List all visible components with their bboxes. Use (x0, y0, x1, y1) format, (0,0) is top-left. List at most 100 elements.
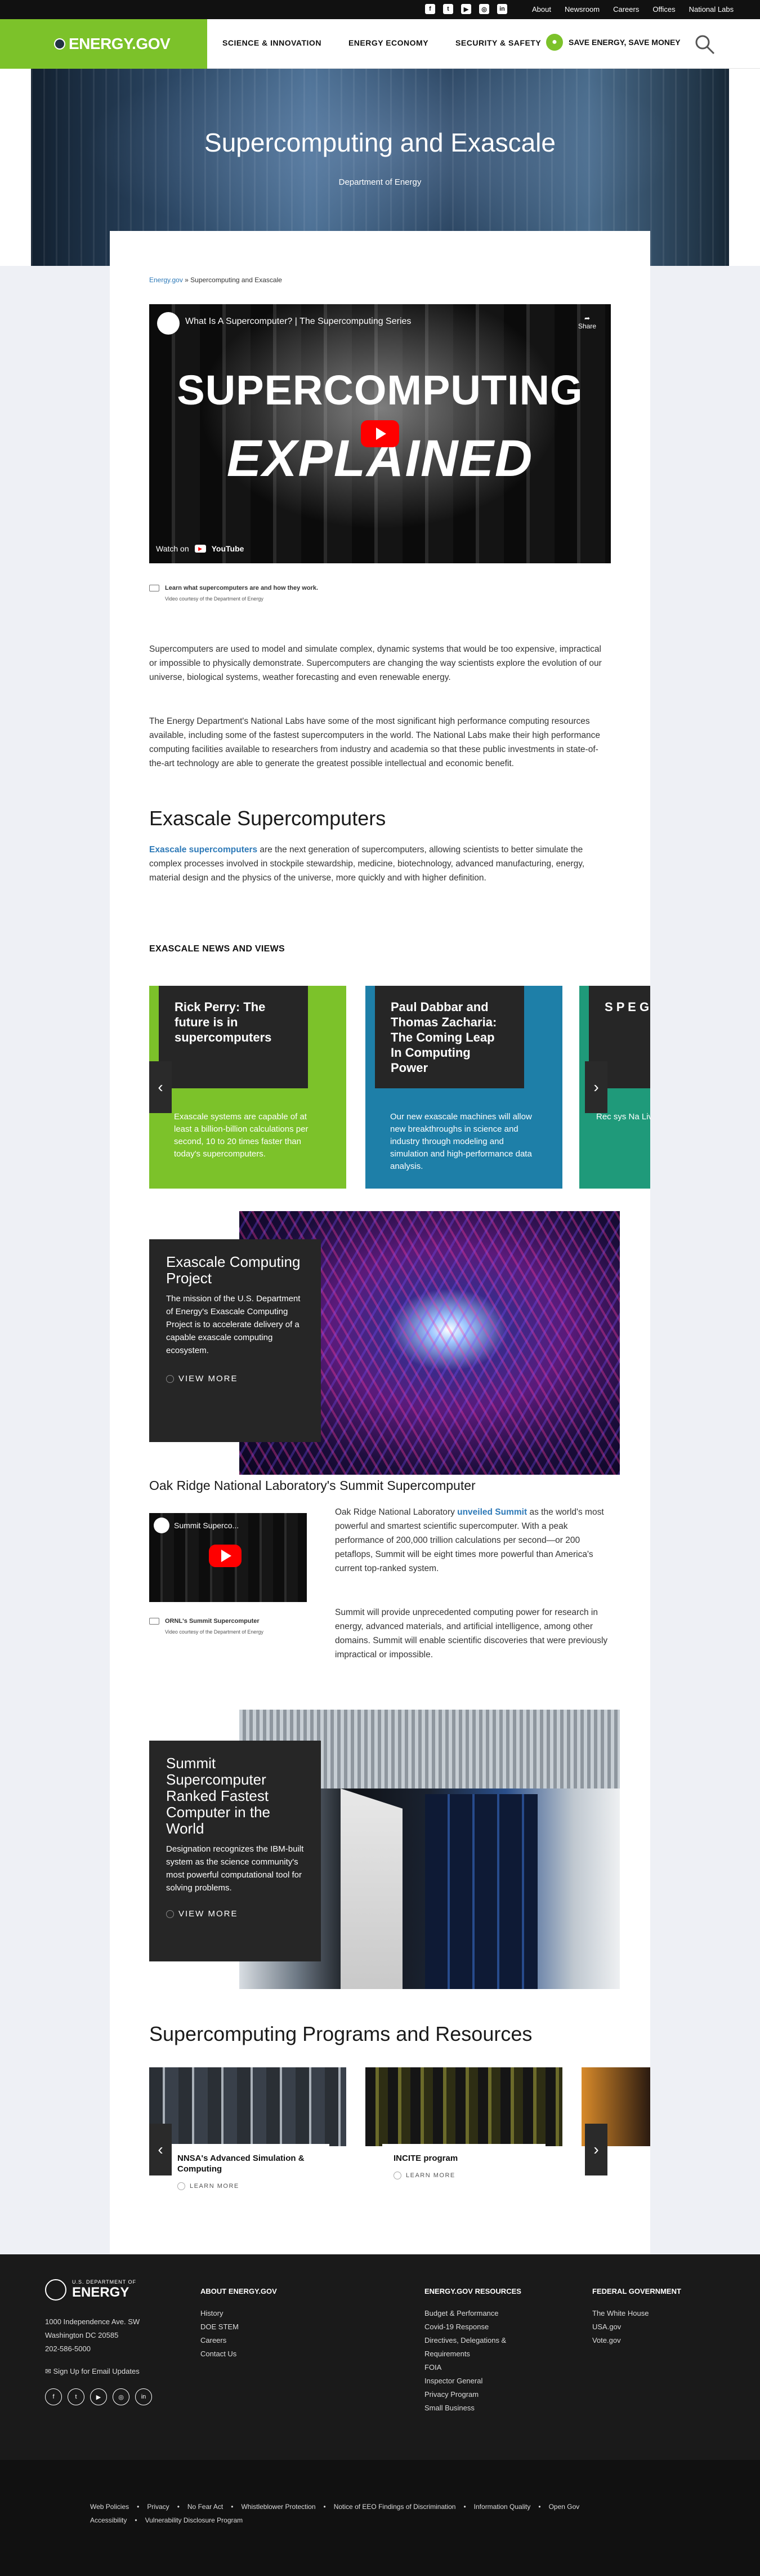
summit-paragraph-1: Oak Ridge National Laboratory unveiled S… (335, 1507, 604, 1573)
summit-heading: Oak Ridge National Laboratory's Summit S… (149, 1478, 476, 1493)
legal-link[interactable]: Whistleblower Protection (241, 2503, 315, 2511)
carousel-next-button[interactable]: › (585, 2124, 607, 2175)
feature-description: The mission of the U.S. Department of En… (166, 1294, 301, 1355)
summit-video-title[interactable]: Summit Superco... (174, 1521, 239, 1530)
nav-energy-economy[interactable]: ENERGY ECONOMY (348, 38, 428, 47)
video-caption: Learn what supercomputers are and how th… (149, 585, 487, 602)
link-national-labs[interactable]: National Labs (689, 5, 734, 14)
footer-link[interactable]: FOIA (424, 2361, 537, 2374)
link-careers[interactable]: Careers (613, 5, 639, 14)
resource-title: NNSA's Advanced Simulation & Computing (177, 2154, 305, 2174)
twitter-icon[interactable]: t (443, 4, 453, 14)
nav-security-safety[interactable]: SECURITY & SAFETY (455, 38, 541, 47)
legal-link[interactable]: Privacy (147, 2503, 169, 2511)
save-energy-button[interactable]: ● SAVE ENERGY, SAVE MONEY (546, 34, 681, 51)
utility-bar: f t ▶ ◎ in About Newsroom Careers Office… (0, 0, 760, 19)
youtube-icon[interactable]: ▶ (90, 2388, 107, 2405)
linkedin-icon[interactable]: in (497, 4, 507, 14)
intro-paragraph-2: The Energy Department's National Labs ha… (149, 717, 600, 768)
nav-science-innovation[interactable]: SCIENCE & INNOVATION (222, 38, 321, 47)
share-button[interactable]: ➦ Share (578, 314, 596, 330)
legal-link[interactable]: Accessibility (90, 2516, 127, 2524)
channel-avatar[interactable] (157, 312, 180, 335)
main-content: Energy.gov » Supercomputing and Exascale… (110, 231, 650, 2254)
instagram-icon[interactable]: ◎ (479, 4, 489, 14)
email-signup-link[interactable]: ✉ Sign Up for Email Updates (45, 2365, 140, 2378)
footer-link[interactable]: Contact Us (200, 2347, 277, 2361)
exascale-heading: Exascale Supercomputers (149, 807, 386, 830)
footer-link[interactable]: Vote.gov (592, 2334, 681, 2347)
footer-link[interactable]: Careers (200, 2334, 277, 2347)
exascale-link[interactable]: Exascale supercomputers (149, 845, 257, 855)
exascale-feature-card[interactable]: Exascale Computing Project The mission o… (149, 1239, 321, 1442)
legal-link[interactable]: Notice of EEO Findings of Discrimination (334, 2503, 456, 2511)
legal-links-row-1: Web Policies • Privacy • No Fear Act • Whis… (90, 2503, 580, 2511)
link-offices[interactable]: Offices (652, 5, 675, 14)
footer-logo[interactable]: U.S. DEPARTMENT OF ENERGY (45, 2279, 136, 2301)
footer-link[interactable]: DOE STEM (200, 2320, 277, 2334)
summit-video-caption: ORNL's Summit Supercomputer Video courte… (149, 1618, 307, 1635)
main-nav: SCIENCE & INNOVATION ENERGY ECONOMY SECU… (222, 38, 541, 47)
play-button[interactable] (361, 420, 399, 447)
exascale-paragraph: Exascale supercomputers are the next gen… (149, 845, 585, 883)
channel-avatar[interactable] (154, 1518, 169, 1533)
link-newsroom[interactable]: Newsroom (565, 5, 600, 14)
summit-feature-card[interactable]: Summit Supercomputer Ranked Fastest Comp… (149, 1741, 321, 1961)
instagram-icon[interactable]: ◎ (113, 2388, 129, 2405)
carousel-prev-button[interactable]: ‹ (149, 1061, 172, 1113)
site-header: ENERGY.GOV SCIENCE & INNOVATION ENERGY E… (0, 19, 760, 69)
doe-seal-icon (45, 2279, 66, 2301)
legal-link[interactable]: Web Policies (90, 2503, 129, 2511)
carousel-next-button[interactable]: › (585, 1061, 607, 1113)
linkedin-icon[interactable]: in (135, 2388, 152, 2405)
footer-address: 1000 Independence Ave. SW Washington DC … (45, 2317, 140, 2353)
search-icon[interactable] (694, 33, 716, 56)
legal-link[interactable]: Information Quality (474, 2503, 531, 2511)
footer-link[interactable]: Inspector General (424, 2374, 537, 2388)
footer-link[interactable]: Privacy Program (424, 2388, 537, 2401)
footer-link[interactable]: Directives, Delegations & Requirements (424, 2334, 537, 2361)
facebook-icon[interactable]: f (425, 4, 435, 14)
hero-subtitle: Department of Energy (338, 177, 422, 187)
logo-text: ENERGY.GOV (69, 35, 171, 52)
resource-card[interactable]: INCITE program LEARN MORE (382, 2144, 546, 2206)
video-player[interactable]: What Is A Supercomputer? | The Supercomp… (149, 304, 611, 563)
youtube-icon[interactable]: ▶ (461, 4, 471, 14)
news-card-title: Rick Perry: The future is in supercomput… (149, 986, 318, 1088)
facebook-icon[interactable]: f (45, 2388, 62, 2405)
watch-on-youtube[interactable]: Watch on ▶ YouTube (156, 544, 244, 553)
footer-about-column: ABOUT ENERGY.GOV History DOE STEM Career… (200, 2287, 277, 2361)
feature-title: Exascale Computing Project (166, 1253, 301, 1287)
link-about[interactable]: About (532, 5, 551, 14)
summit-video-player[interactable]: Summit Superco... (149, 1513, 307, 1602)
site-logo[interactable]: ENERGY.GOV (0, 19, 207, 69)
breadcrumb-home[interactable]: Energy.gov (149, 276, 183, 284)
breadcrumb-current: Supercomputing and Exascale (190, 276, 282, 284)
legal-link[interactable]: Vulnerability Disclosure Program (145, 2516, 243, 2524)
legal-links-row-2: Accessibility • Vulnerability Disclosure … (90, 2516, 243, 2524)
resource-card[interactable]: NNSA's Advanced Simulation & Computing L… (166, 2144, 329, 2206)
footer-link[interactable]: Covid-19 Response (424, 2320, 537, 2334)
lightbulb-icon: ● (546, 34, 563, 51)
twitter-icon[interactable]: t (68, 2388, 84, 2405)
footer-link[interactable]: Small Business (424, 2401, 537, 2415)
view-more-button[interactable]: VIEW MORE (178, 1374, 304, 1383)
footer-link[interactable]: The White House (592, 2307, 681, 2320)
youtube-icon: ▶ (194, 545, 206, 553)
legal-link[interactable]: Open Gov (549, 2503, 580, 2511)
learn-more-button[interactable]: LEARN MORE (394, 2172, 534, 2179)
resources-heading: Supercomputing Programs and Resources (149, 2022, 533, 2045)
carousel-prev-button[interactable]: ‹ (149, 2124, 172, 2175)
footer-link[interactable]: Budget & Performance (424, 2307, 537, 2320)
legal-link[interactable]: No Fear Act (187, 2503, 223, 2511)
view-more-button[interactable]: VIEW MORE (178, 1909, 304, 1919)
footer-link[interactable]: History (200, 2307, 277, 2320)
video-camera-icon (149, 585, 159, 592)
intro-paragraph-1: Supercomputers are used to model and sim… (149, 644, 602, 682)
learn-more-button[interactable]: LEARN MORE (177, 2182, 318, 2190)
play-button[interactable] (209, 1545, 242, 1567)
footer-link[interactable]: USA.gov (592, 2320, 681, 2334)
video-title[interactable]: What Is A Supercomputer? | The Supercomp… (185, 317, 411, 327)
unveiled-summit-link[interactable]: unveiled Summit (457, 1507, 527, 1517)
page-title: Supercomputing and Exascale (204, 128, 556, 157)
